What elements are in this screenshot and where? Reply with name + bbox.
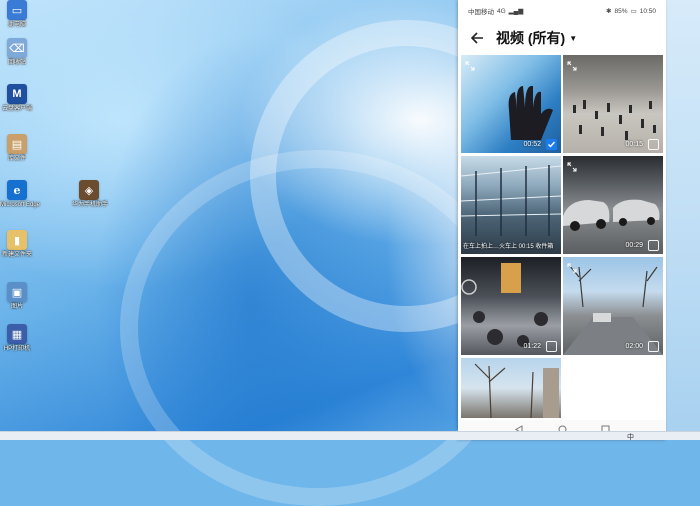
video-duration: 00:15: [625, 141, 643, 148]
clock: 10:50: [639, 7, 656, 15]
page-title: 视频 (所有): [496, 30, 566, 46]
video-thumb[interactable]: 02:00: [563, 257, 663, 355]
video-duration: 02:00: [625, 343, 643, 350]
edge-browser-icon: e: [7, 180, 27, 200]
battery-icon: ▭: [630, 8, 637, 15]
battery-percent: 85%: [614, 7, 628, 15]
video-thumb[interactable]: [461, 358, 561, 418]
video-thumb[interactable]: 00:15: [563, 55, 663, 153]
bluetooth-icon: ✱: [606, 8, 612, 15]
select-checkbox[interactable]: [546, 139, 557, 150]
signal-icon: ▂▄▆: [508, 8, 524, 15]
picture-icon: ▣: [7, 282, 27, 302]
expand-icon[interactable]: [567, 159, 577, 172]
desktop-right-edge: [666, 0, 700, 440]
folder-icon: ▮: [7, 230, 27, 250]
desktop-icon-edge[interactable]: e Microsoft Edge: [0, 180, 40, 209]
video-grid: 00:52 00:15 在车上拍上…火车上 00:15 收件箱 00:29 01…: [461, 55, 663, 418]
video-thumb[interactable]: 01:22: [461, 257, 561, 355]
back-arrow-icon[interactable]: [468, 29, 486, 47]
phone-status-bar: 中国移动 4G ▂▄▆ ✱ 85% ▭ 10:50: [458, 0, 666, 22]
desktop-icon-folder[interactable]: ▮ 新建文件夹: [0, 230, 34, 259]
desktop-icon-phone-assistant[interactable]: ◈ 华为手机助手: [72, 180, 108, 209]
desktop-icon-this-pc[interactable]: ▭ 此电脑: [0, 0, 34, 29]
printer-icon: ▦: [7, 324, 27, 344]
carrier-label: 中国移动: [468, 9, 494, 16]
video-thumb[interactable]: 00:29: [563, 156, 663, 254]
video-duration: 00:52: [523, 141, 541, 148]
video-duration: 01:22: [523, 343, 541, 350]
desktop-icon-printer[interactable]: ▦ HP打印机: [0, 324, 34, 353]
desktop-icon-library[interactable]: ▤ 库文件: [0, 134, 34, 163]
select-checkbox[interactable]: [648, 139, 659, 150]
select-checkbox[interactable]: [648, 240, 659, 251]
video-caption: 在车上拍上…火车上 00:15 收件箱: [463, 244, 554, 250]
m-logo-icon: M: [7, 84, 27, 104]
phone-screen: 中国移动 4G ▂▄▆ ✱ 85% ▭ 10:50 视频 (所有) ▼ 00:5…: [458, 0, 666, 440]
expand-icon[interactable]: [465, 58, 475, 71]
select-checkbox[interactable]: [546, 341, 557, 352]
archive-icon: ▤: [7, 134, 27, 154]
computer-icon: ▭: [7, 0, 27, 20]
recycle-bin-icon: ⌫: [7, 38, 27, 58]
caret-down-icon: ▼: [569, 33, 578, 43]
network-label: 4G: [497, 7, 506, 15]
desktop-icon-recycle-bin[interactable]: ⌫ 回收站: [0, 38, 34, 67]
video-thumb[interactable]: 00:52: [461, 55, 561, 153]
video-duration: 00:29: [625, 242, 643, 249]
desktop-icon-cloud-client[interactable]: M 云盘客户端: [0, 84, 34, 113]
expand-icon[interactable]: [567, 260, 577, 273]
input-method-indicator[interactable]: 中: [627, 432, 634, 442]
select-checkbox[interactable]: [648, 341, 659, 352]
expand-icon[interactable]: [567, 58, 577, 71]
phone-assistant-icon: ◈: [79, 180, 99, 200]
video-thumb[interactable]: 在车上拍上…火车上 00:15 收件箱: [461, 156, 561, 254]
album-selector[interactable]: 视频 (所有) ▼: [496, 28, 577, 48]
taskbar: 中: [0, 431, 700, 442]
wallpaper-swirl: [120, 150, 516, 506]
app-bar: 视频 (所有) ▼: [458, 22, 666, 54]
desktop-icon-pictures[interactable]: ▣ 图片: [0, 282, 34, 311]
